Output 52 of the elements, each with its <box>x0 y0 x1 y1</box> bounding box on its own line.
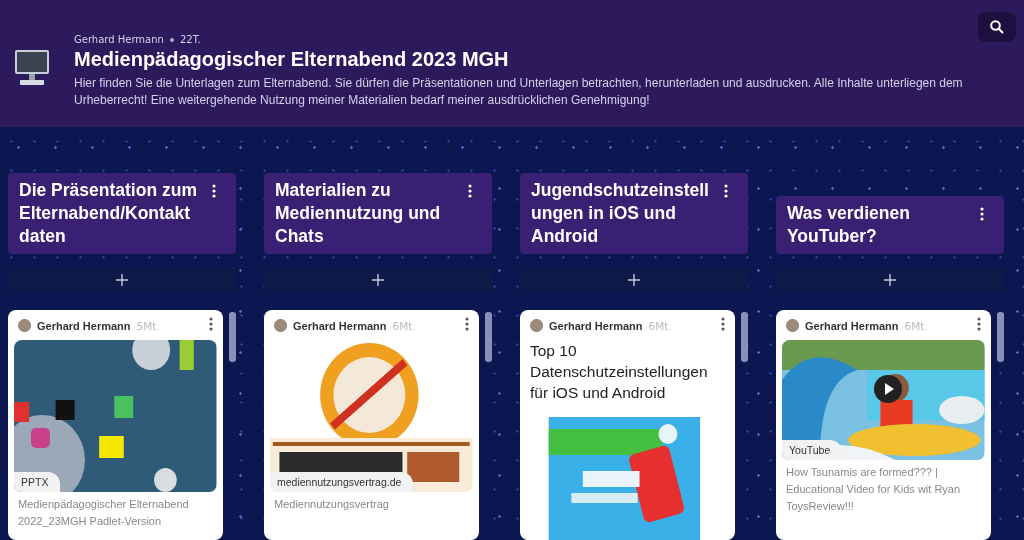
author-name: Gerhard Hermann <box>37 319 131 332</box>
scrollbar[interactable] <box>996 312 1004 362</box>
author-name: Gerhard Hermann <box>549 319 643 332</box>
more-icon[interactable] <box>212 183 216 198</box>
column-title: Jugendschutzeinstellungen in iOS und Android <box>531 178 709 248</box>
post-card[interactable]: Gerhard Hermann 6Mt. Top 10 Datenschutzeinstellungen für iOS und Android <box>520 310 735 540</box>
more-icon[interactable] <box>980 206 984 221</box>
post-age: 6Mt. <box>648 319 673 332</box>
search-icon <box>990 20 1004 34</box>
plus-icon <box>628 273 640 286</box>
search-button[interactable] <box>978 12 1016 42</box>
author-name: Gerhard Hermann <box>293 319 387 332</box>
bullet-icon <box>169 37 174 42</box>
column-title: Die Präsentation zum Elternabend/Kontaktdaten <box>19 178 197 248</box>
plus-icon <box>116 273 128 286</box>
play-icon[interactable] <box>874 375 902 403</box>
plus-icon <box>884 273 896 286</box>
post-caption: How Tsunamis are formed??? | Educational Video for Kids wit Ryan ToysReview!!! <box>785 465 962 514</box>
post-card[interactable]: Gerhard Hermann 6Mt. YouTube How Tsunamis are formed??? | Educational Video for Kids wit Ryan ToysReview!!! <box>776 310 991 540</box>
column-title: Was verdienen YouTuber? <box>787 201 911 248</box>
avatar-icon <box>530 319 543 332</box>
author-name: Gerhard Hermann <box>74 34 164 45</box>
plus-icon <box>372 273 384 286</box>
post-age: 22T. <box>179 34 201 45</box>
post-age: 5Mt. <box>136 319 161 332</box>
source-label: mediennutzungsvertrag.de <box>270 472 414 492</box>
post-card[interactable]: Gerhard Hermann 5Mt. PPTX Medienpädagogischer Elternabend 2022_23MGH Padlet-Version <box>8 310 223 540</box>
avatar-icon <box>18 319 31 332</box>
scrollbar[interactable] <box>228 312 236 362</box>
column-title: Materialien zu Mediennutzung und Chats <box>275 178 442 248</box>
post-caption: Mediennutzungsvertrag <box>273 497 390 512</box>
more-icon[interactable] <box>464 317 469 331</box>
scrollbar[interactable] <box>484 312 492 362</box>
avatar-icon <box>786 319 799 332</box>
more-icon[interactable] <box>976 317 981 331</box>
post-title: Top 10 Datenschutzeinstellungen für iOS und Android <box>529 341 709 403</box>
author-name: Gerhard Hermann <box>805 319 899 332</box>
more-icon[interactable] <box>724 183 728 198</box>
monitor-icon <box>14 48 50 88</box>
post-age: 6Mt. <box>392 319 417 332</box>
source-label: YouTube <box>782 440 843 460</box>
more-icon[interactable] <box>720 317 725 331</box>
more-icon[interactable] <box>208 317 213 331</box>
board-title: Medienpädagogischer Elternabend 2023 MGH <box>74 48 510 71</box>
scrollbar[interactable] <box>740 312 748 362</box>
post-caption: Medienpädagogischer Elternabend 2022_23MGH Padlet-Version <box>17 497 190 529</box>
source-label: PPTX <box>14 472 61 492</box>
avatar-icon <box>274 319 287 332</box>
post-age: 6Mt. <box>904 319 929 332</box>
post-card[interactable]: Gerhard Hermann 6Mt. mediennutzungsvertrag.de Mediennutzungsvertrag <box>264 310 479 540</box>
board-description: Hier finden Sie die Unterlagen zum Elternabend. Sie dürfen die Präsentationen und Unterlagen betrachten, herunterladen und ausdrucken. Alle Inhalte unterliegen dem Urheberrecht! Eine weitergehende Nutzung meiner Materialien bedarf meiner ausdrücklichen Genehmigung! <box>74 75 964 109</box>
more-icon[interactable] <box>468 183 472 198</box>
